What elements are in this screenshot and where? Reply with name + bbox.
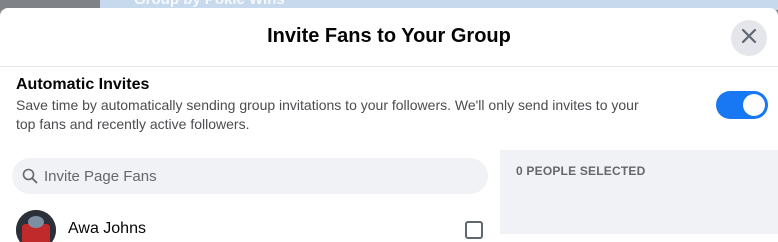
dialog-header: Invite Fans to Your Group: [0, 8, 778, 67]
search-icon: [22, 167, 40, 185]
toggle-knob: [743, 94, 765, 116]
search-placeholder: Invite Page Fans: [44, 167, 157, 185]
description-line-2: top fans and recently active followers.: [16, 116, 250, 132]
automatic-invites-section: Automatic Invites Save time by automatic…: [16, 75, 696, 134]
dialog-title: Invite Fans to Your Group: [267, 25, 511, 47]
fan-name: Awa Johns: [68, 220, 146, 237]
automatic-invites-title: Automatic Invites: [16, 76, 150, 93]
close-icon: [741, 28, 757, 49]
invite-fans-search-input[interactable]: Invite Page Fans: [12, 158, 488, 194]
description-line-1: Save time by automatically sending group…: [16, 97, 639, 113]
close-button[interactable]: [731, 20, 767, 56]
selected-count-label: 0 PEOPLE SELECTED: [516, 164, 646, 178]
avatar: [16, 210, 56, 242]
fan-select-checkbox[interactable]: [465, 221, 483, 239]
fan-list-item[interactable]: Awa Johns: [0, 206, 500, 242]
automatic-invites-description: Save time by automatically sending group…: [16, 96, 696, 134]
automatic-invites-toggle[interactable]: [716, 91, 768, 119]
group-name: Group by Pokie Wins: [134, 0, 285, 8]
selected-people-panel: 0 PEOPLE SELECTED: [500, 150, 778, 234]
